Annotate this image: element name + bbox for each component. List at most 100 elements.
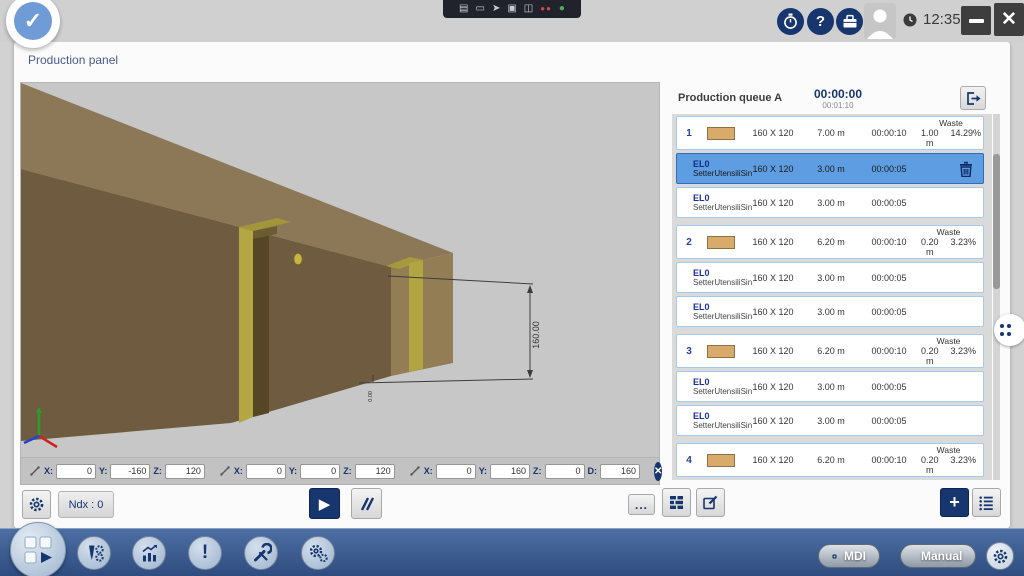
record-indicator-icon: ●● <box>540 5 552 13</box>
queue-item-row[interactable]: EL0 SetterUtensiliSin 160 X 120 3.00 m 0… <box>676 296 984 327</box>
group-number: 4 <box>677 455 701 466</box>
scrollbar-thumb[interactable] <box>993 154 1000 289</box>
profile-size: 160 X 120 <box>741 128 805 138</box>
more-options-button[interactable]: ... <box>628 494 655 515</box>
taskbar: ! MDI Manual <box>0 528 1024 576</box>
z3-field[interactable] <box>545 464 585 479</box>
3d-viewport[interactable]: 160.00 0.00 <box>20 82 660 458</box>
clock: 12:35 <box>903 11 961 28</box>
x-label: X: <box>44 466 53 476</box>
person-icon <box>864 3 896 39</box>
play-icon: ▶ <box>319 495 331 513</box>
z-label: Z: <box>153 466 162 476</box>
display-icon: ▭ <box>475 4 484 14</box>
minimize-button[interactable] <box>961 6 991 35</box>
dimension-label: 160.00 <box>531 321 541 349</box>
profile-size: 160 X 120 <box>741 346 805 356</box>
line-tool-icon <box>409 465 421 477</box>
question-icon: ? <box>816 13 825 30</box>
machine-settings-button[interactable] <box>301 536 335 570</box>
y2-field[interactable] <box>300 464 340 479</box>
y1-field[interactable] <box>110 464 150 479</box>
queue-item-row[interactable]: EL0 SetterUtensiliSin 160 X 120 3.00 m 0… <box>676 405 984 436</box>
d-field[interactable] <box>600 464 640 479</box>
cycle-time: 00:00:05 <box>857 198 921 208</box>
maintenance-button[interactable] <box>244 536 278 570</box>
clock-time: 12:35 <box>923 11 961 28</box>
mdi-icon <box>832 550 837 563</box>
operation-title: EL0 SetterUtensiliSin <box>677 411 741 430</box>
queue-group-row[interactable]: 3 160 X 120 6.20 m 00:00:10 Waste 0.20 m… <box>676 334 984 368</box>
queue-timer: 00:00:00 00:01:10 <box>814 87 862 110</box>
operation-title: EL0 SetterUtensiliSin <box>677 193 741 212</box>
production-app-button[interactable] <box>10 522 66 576</box>
delete-item-button[interactable] <box>959 161 983 177</box>
queue-item-row[interactable]: EL0 SetterUtensiliSin 160 X 120 3.00 m 0… <box>676 262 984 293</box>
ndx-indicator[interactable]: Ndx : 0 <box>58 491 114 518</box>
z2-field[interactable] <box>355 464 395 479</box>
bar-length: 3.00 m <box>805 273 857 283</box>
cycle-time: 00:00:10 <box>857 346 921 356</box>
group-number: 1 <box>677 128 701 139</box>
queue-timer-total: 00:01:10 <box>814 101 862 110</box>
material-swatch <box>701 345 741 358</box>
stopwatch-button[interactable] <box>777 8 804 35</box>
z-label: Z: <box>343 466 352 476</box>
close-coords-button[interactable]: ✕ <box>654 462 662 481</box>
x1-field[interactable] <box>56 464 96 479</box>
bar-length: 6.20 m <box>805 346 857 356</box>
alarms-button[interactable]: ! <box>188 536 222 570</box>
bar-length: 3.00 m <box>805 164 857 174</box>
queue-group-row[interactable]: 4 160 X 120 6.20 m 00:00:10 Waste 0.20 m… <box>676 443 984 477</box>
bar-length: 7.00 m <box>805 128 857 138</box>
trash-icon <box>959 161 973 177</box>
camera-icon: ▤ <box>459 4 468 14</box>
queue-list: 1 160 X 120 7.00 m 00:00:10 Waste 1.00 m… <box>672 114 992 480</box>
gear-icon <box>992 548 1009 565</box>
simulation-button[interactable] <box>351 488 382 519</box>
line-tool-icon <box>219 465 231 477</box>
cursor-icon: ➤ <box>492 4 500 14</box>
coord-group-1: X: Y: Z: <box>29 464 205 479</box>
hole-marker <box>294 254 302 265</box>
queue-scrollbar[interactable] <box>993 114 1000 480</box>
x3-field[interactable] <box>436 464 476 479</box>
queue-group-row[interactable]: 1 160 X 120 7.00 m 00:00:10 Waste 1.00 m… <box>676 116 984 150</box>
x2-field[interactable] <box>246 464 286 479</box>
system-settings-button[interactable] <box>986 542 1014 570</box>
gear-icon <box>28 496 45 513</box>
export-icon <box>965 91 981 106</box>
beam-3d-drawing: 160.00 0.00 <box>21 83 659 457</box>
close-button[interactable]: ✕ <box>994 3 1024 36</box>
bar-length: 3.00 m <box>805 198 857 208</box>
settings-button[interactable] <box>22 490 51 519</box>
mdi-label: MDI <box>844 549 866 563</box>
play-button[interactable]: ▶ <box>309 488 340 519</box>
operation-title: EL0 SetterUtensiliSin <box>677 377 741 396</box>
operation-title: EL0 SetterUtensiliSin <box>677 268 741 287</box>
user-avatar[interactable] <box>864 3 896 39</box>
app-launcher-icon <box>23 535 53 565</box>
export-queue-button[interactable] <box>960 86 986 110</box>
queue-item-row-selected[interactable]: EL0 SetterUtensiliSin 160 X 120 3.00 m 0… <box>676 153 984 184</box>
tooling-button[interactable] <box>77 536 111 570</box>
y3-field[interactable] <box>490 464 530 479</box>
profile-size: 160 X 120 <box>741 237 805 247</box>
double-slash-icon <box>358 495 376 513</box>
queue-item-row[interactable]: EL0 SetterUtensiliSin 160 X 120 3.00 m 0… <box>676 187 984 218</box>
z1-field[interactable] <box>165 464 205 479</box>
page-title: Production panel <box>28 53 118 67</box>
queue-item-row[interactable]: EL0 SetterUtensiliSin 160 X 120 3.00 m 0… <box>676 371 984 402</box>
profile-size: 160 X 120 <box>741 198 805 208</box>
manual-mode-button[interactable]: Manual <box>900 544 976 568</box>
toolbox-button[interactable] <box>836 8 863 35</box>
help-button[interactable]: ? <box>807 8 834 35</box>
statistics-button[interactable] <box>132 536 166 570</box>
side-drawer-handle[interactable] <box>994 314 1024 346</box>
line-tool-icon <box>29 465 41 477</box>
exclamation-icon: ! <box>202 542 208 564</box>
cast-icon: ◫ <box>524 4 533 14</box>
bar-length: 3.00 m <box>805 307 857 317</box>
queue-group-row[interactable]: 2 160 X 120 6.20 m 00:00:10 Waste 0.20 m… <box>676 225 984 259</box>
mdi-mode-button[interactable]: MDI <box>818 544 880 568</box>
